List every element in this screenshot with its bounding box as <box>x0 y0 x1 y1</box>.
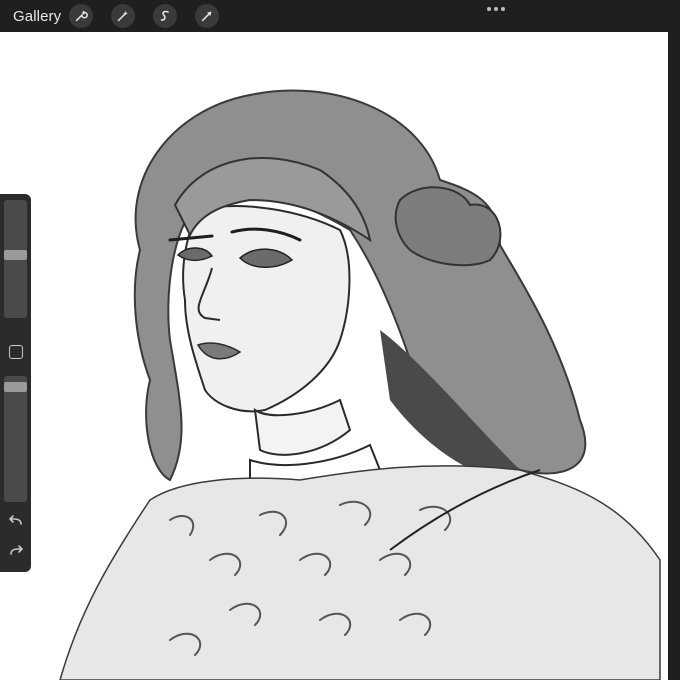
redo-icon[interactable] <box>8 544 24 558</box>
adjustments-wand-icon[interactable] <box>111 4 135 28</box>
actions-wrench-icon[interactable] <box>69 4 93 28</box>
top-toolbar: Gallery <box>0 0 680 32</box>
opacity-slider[interactable] <box>4 376 27 502</box>
opacity-thumb[interactable] <box>4 382 27 392</box>
gallery-button[interactable]: Gallery <box>13 8 61 25</box>
ruffles <box>59 465 661 680</box>
undo-icon[interactable] <box>8 514 24 528</box>
drawing-canvas[interactable] <box>0 32 668 680</box>
selection-s-icon[interactable] <box>153 4 177 28</box>
sidebar-toolbar <box>0 194 31 572</box>
sketch-artwork <box>59 89 661 680</box>
modify-square-icon[interactable] <box>9 345 23 359</box>
brush-size-thumb[interactable] <box>4 250 27 260</box>
brush-size-slider[interactable] <box>4 200 27 318</box>
transform-arrow-icon[interactable] <box>195 4 219 28</box>
right-edge-strip <box>668 32 680 680</box>
more-dots-icon[interactable] <box>486 5 506 13</box>
